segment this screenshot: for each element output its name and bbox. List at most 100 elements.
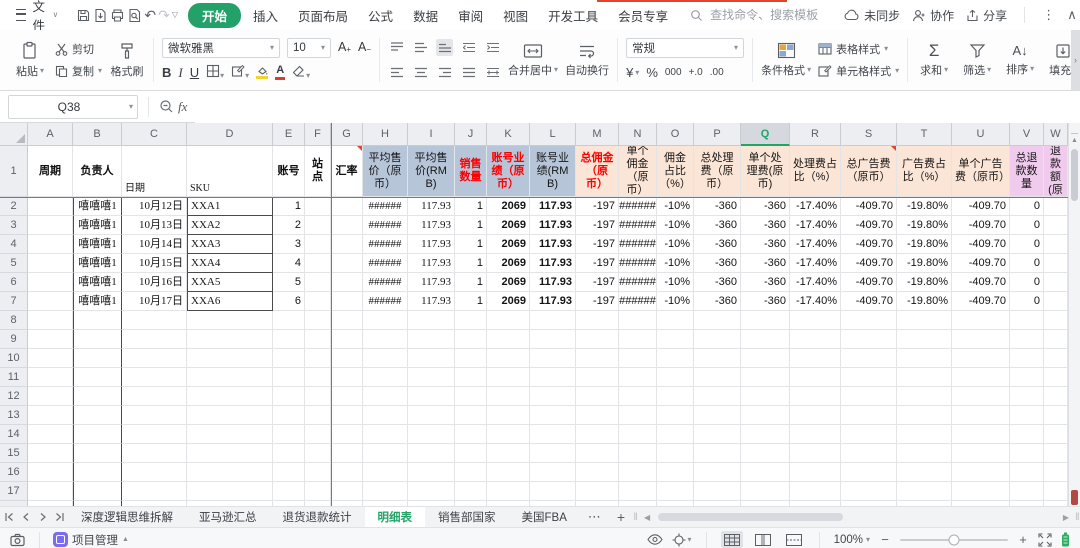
- cell-J3[interactable]: 1: [455, 216, 487, 235]
- more-options-button[interactable]: ⋮: [1042, 7, 1055, 23]
- column-header-O[interactable]: O: [657, 123, 694, 146]
- cell-N11[interactable]: [619, 368, 657, 387]
- cell-I8[interactable]: [408, 311, 455, 330]
- column-header-G[interactable]: G: [331, 123, 363, 146]
- cell-D7[interactable]: XXA6: [187, 292, 273, 311]
- cell-O10[interactable]: [657, 349, 694, 368]
- cell-L17[interactable]: [530, 482, 576, 501]
- merge-center-button[interactable]: 合并居中▾: [508, 43, 558, 78]
- header-cell-N1[interactable]: 单个佣金（原币）: [619, 146, 657, 197]
- cell-R4[interactable]: -17.40%: [790, 235, 841, 254]
- cell-U11[interactable]: [952, 368, 1010, 387]
- cell-O6[interactable]: -10%: [657, 273, 694, 292]
- cell-F13[interactable]: [305, 406, 331, 425]
- cell-K11[interactable]: [487, 368, 530, 387]
- cell-W3[interactable]: [1044, 216, 1068, 235]
- cell-C12[interactable]: [122, 387, 187, 406]
- row-header-13[interactable]: 13: [0, 406, 28, 425]
- cell-T3[interactable]: -19.80%: [897, 216, 952, 235]
- cell-O3[interactable]: -10%: [657, 216, 694, 235]
- cell-N15[interactable]: [619, 444, 657, 463]
- cell-D17[interactable]: [187, 482, 273, 501]
- cell-B5[interactable]: 嘻嘻嘻1: [73, 254, 122, 273]
- cell-B2[interactable]: 嘻嘻嘻1: [73, 197, 122, 216]
- cell-D8[interactable]: [187, 311, 273, 330]
- menu-tab-会员专享[interactable]: 会员专享: [608, 3, 678, 28]
- menu-tab-视图[interactable]: 视图: [493, 3, 538, 28]
- cell-S9[interactable]: [841, 330, 897, 349]
- cell-K13[interactable]: [487, 406, 530, 425]
- cell-F7[interactable]: [305, 292, 331, 311]
- cell-O14[interactable]: [657, 425, 694, 444]
- increase-decimal-button[interactable]: +.0: [689, 67, 703, 78]
- add-sheet-button[interactable]: +: [609, 507, 633, 527]
- cell-M13[interactable]: [576, 406, 619, 425]
- cell-J5[interactable]: 1: [455, 254, 487, 273]
- filter-button[interactable]: 筛选▾: [959, 43, 995, 78]
- cell-P7[interactable]: -360: [694, 292, 741, 311]
- cell-N13[interactable]: [619, 406, 657, 425]
- decrease-decimal-button[interactable]: .00: [710, 67, 724, 78]
- column-header-R[interactable]: R: [790, 123, 841, 146]
- cell-K14[interactable]: [487, 425, 530, 444]
- cell-J14[interactable]: [455, 425, 487, 444]
- conditional-format-button[interactable]: 条件格式▾: [761, 42, 811, 78]
- cell-J8[interactable]: [455, 311, 487, 330]
- cell-M14[interactable]: [576, 425, 619, 444]
- column-header-Q[interactable]: Q: [741, 123, 790, 146]
- cell-O12[interactable]: [657, 387, 694, 406]
- cell-B7[interactable]: 嘻嘻嘻1: [73, 292, 122, 311]
- cell-Q12[interactable]: [741, 387, 790, 406]
- cell-W10[interactable]: [1044, 349, 1068, 368]
- copy-button[interactable]: 复制▾: [55, 62, 102, 80]
- cell-U9[interactable]: [952, 330, 1010, 349]
- cell-M10[interactable]: [576, 349, 619, 368]
- undo-button[interactable]: ↶: [144, 5, 156, 25]
- header-cell-I1[interactable]: 平均售价(RMB): [408, 146, 455, 197]
- normal-view-button[interactable]: [721, 531, 743, 548]
- row-header-16[interactable]: 16: [0, 463, 28, 482]
- cell-W11[interactable]: [1044, 368, 1068, 387]
- cell-F3[interactable]: [305, 216, 331, 235]
- cell-L2[interactable]: 117.93: [530, 197, 576, 216]
- cell-H13[interactable]: [363, 406, 408, 425]
- formula-input[interactable]: [195, 90, 1080, 123]
- cell-W13[interactable]: [1044, 406, 1068, 425]
- cell-S13[interactable]: [841, 406, 897, 425]
- cell-K9[interactable]: [487, 330, 530, 349]
- cell-R5[interactable]: -17.40%: [790, 254, 841, 273]
- cell-N4[interactable]: ######: [619, 235, 657, 254]
- cell-E3[interactable]: 2: [273, 216, 305, 235]
- cell-U8[interactable]: [952, 311, 1010, 330]
- cell-S10[interactable]: [841, 349, 897, 368]
- cell-I16[interactable]: [408, 463, 455, 482]
- justify-button[interactable]: [460, 64, 477, 81]
- cell-F16[interactable]: [305, 463, 331, 482]
- cell-I17[interactable]: [408, 482, 455, 501]
- cell-W17[interactable]: [1044, 482, 1068, 501]
- font-size-select[interactable]: 10▾: [287, 38, 331, 58]
- cell-U15[interactable]: [952, 444, 1010, 463]
- wrap-text-button[interactable]: 自动换行: [565, 43, 609, 78]
- cell-G2[interactable]: [331, 197, 363, 216]
- cell-D15[interactable]: [187, 444, 273, 463]
- cell-D14[interactable]: [187, 425, 273, 444]
- cell-Q9[interactable]: [741, 330, 790, 349]
- cell-Q7[interactable]: -360: [741, 292, 790, 311]
- cell-C6[interactable]: 10月16日: [122, 273, 187, 292]
- cell-U10[interactable]: [952, 349, 1010, 368]
- align-center-button[interactable]: [412, 64, 429, 81]
- last-sheet-button[interactable]: [51, 507, 68, 527]
- cell-E2[interactable]: 1: [273, 197, 305, 216]
- cell-D4[interactable]: XXA3: [187, 235, 273, 254]
- cell-E5[interactable]: 4: [273, 254, 305, 273]
- cell-B3[interactable]: 嘻嘻嘻1: [73, 216, 122, 235]
- recenter-control[interactable]: ▾: [672, 533, 692, 547]
- command-search[interactable]: [690, 7, 842, 23]
- align-right-button[interactable]: [436, 64, 453, 81]
- header-cell-E1[interactable]: 账号: [273, 146, 305, 197]
- cell-K5[interactable]: 2069: [487, 254, 530, 273]
- cell-D13[interactable]: [187, 406, 273, 425]
- header-cell-L1[interactable]: 账号业绩(RMB): [530, 146, 576, 197]
- cell-P16[interactable]: [694, 463, 741, 482]
